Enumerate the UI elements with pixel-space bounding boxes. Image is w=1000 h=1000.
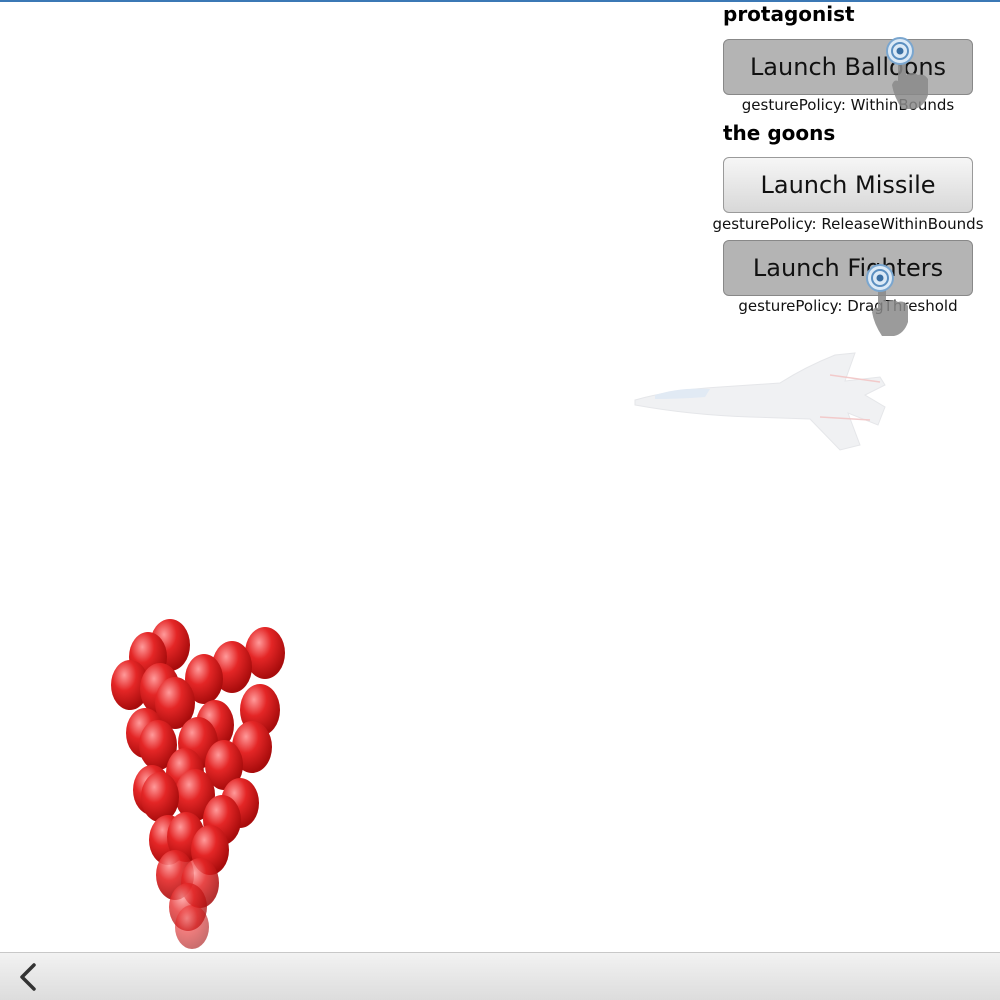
balloon-cluster: [111, 619, 285, 949]
touch-point-icon: [866, 264, 908, 336]
fighter-jet: [634, 352, 886, 451]
touch-point-icon: [886, 37, 928, 109]
protagonist-heading: protagonist: [723, 2, 855, 26]
launch-fighters-button[interactable]: Launch Fighters: [723, 240, 973, 296]
goons-heading: the goons: [723, 121, 836, 145]
fighters-gesture-policy: gesturePolicy: DragThreshold: [738, 297, 958, 315]
balloons-gesture-policy: gesturePolicy: WithinBounds: [741, 96, 955, 114]
missile-gesture-policy: gesturePolicy: ReleaseWithinBounds: [712, 215, 984, 233]
bottom-toolbar: [0, 952, 1000, 1000]
chevron-left-icon[interactable]: [8, 959, 48, 995]
launch-missile-button[interactable]: Launch Missile: [723, 157, 973, 213]
